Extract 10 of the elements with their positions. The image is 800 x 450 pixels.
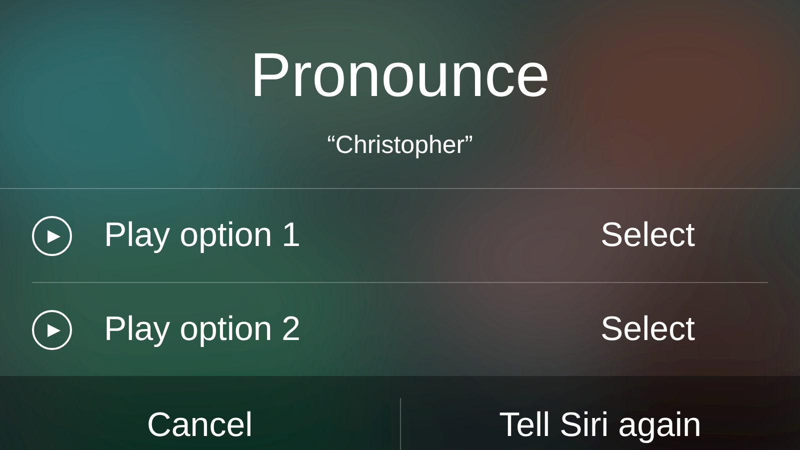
play-icon[interactable]: ▶ — [32, 310, 72, 350]
option-label[interactable]: Play option 2 — [104, 310, 600, 349]
play-icon[interactable]: ▶ — [32, 216, 72, 256]
select-button[interactable]: Select — [600, 216, 695, 255]
bar-button[interactable]: Tell Siri again — [400, 398, 800, 445]
bar-button[interactable]: Cancel — [0, 398, 400, 445]
title: Pronounce — [250, 40, 550, 112]
option-label[interactable]: Play option 1 — [104, 216, 600, 255]
select-button[interactable]: Select — [600, 310, 695, 349]
word-subtitle: “Christopher” — [327, 130, 473, 161]
